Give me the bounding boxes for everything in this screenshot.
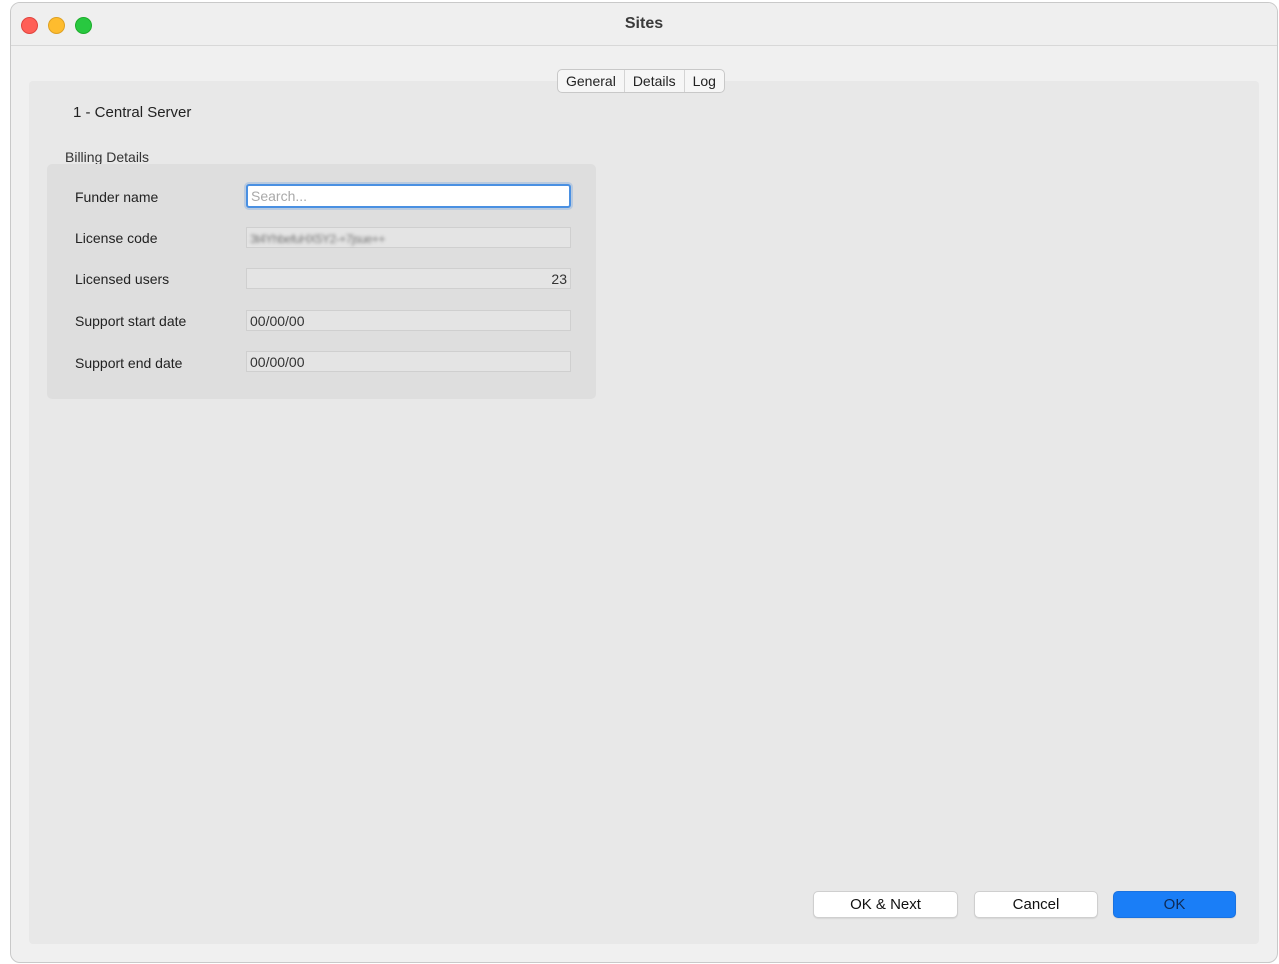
window-title: Sites — [624, 15, 664, 32]
funder-name-field[interactable] — [246, 184, 571, 208]
license-code-field[interactable]: 3t4YhbefuHX5Y2-+7jsue++ — [246, 227, 571, 248]
licensed-users-field[interactable]: 23 — [246, 268, 571, 289]
license-code-label: License code — [75, 230, 158, 246]
site-name: 1 - Central Server — [73, 104, 192, 121]
support-end-date-field[interactable]: 00/00/00 — [246, 351, 571, 372]
licensed-users-label: Licensed users — [75, 271, 170, 287]
support-start-date-label: Support start date — [75, 313, 187, 329]
support-start-date-field[interactable]: 00/00/00 — [246, 310, 571, 331]
ok-and-next-button[interactable]: OK & Next — [813, 891, 958, 918]
title-bar[interactable]: Sites — [11, 3, 1277, 46]
support-end-date-label: Support end date — [75, 355, 183, 371]
funder-name-label: Funder name — [75, 189, 159, 205]
funder-name-input[interactable] — [251, 188, 566, 204]
tab-details[interactable]: Details — [623, 70, 684, 92]
billing-details-label: Billing Details — [65, 149, 150, 165]
sites-window: Sites General Details Log 1 - Central Se… — [10, 2, 1278, 963]
cancel-button[interactable]: Cancel — [974, 891, 1098, 918]
tab-general[interactable]: General — [558, 70, 624, 92]
ok-button[interactable]: OK — [1113, 891, 1236, 918]
tab-bar: General Details Log — [557, 69, 725, 93]
tab-log[interactable]: Log — [683, 70, 724, 92]
license-code-value: 3t4YhbefuHX5Y2-+7jsue++ — [250, 232, 385, 246]
